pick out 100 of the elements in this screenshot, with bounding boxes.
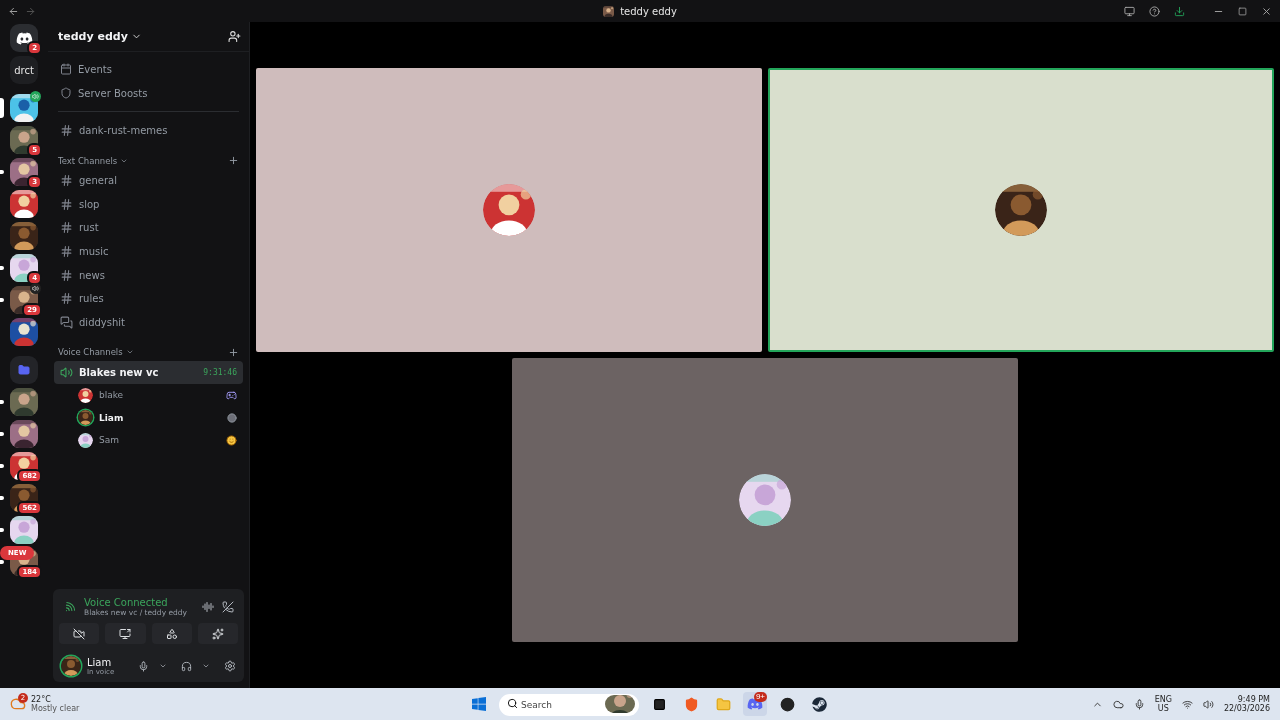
mic-icon (138, 660, 149, 672)
channel-name[interactable]: rust (79, 222, 99, 234)
server-indicator (0, 464, 4, 468)
help-icon[interactable] (1149, 5, 1160, 17)
add-icon[interactable] (228, 155, 239, 167)
hash-icon (60, 173, 73, 187)
voice-channel[interactable]: Blakes new vc 9:31:46 (54, 360, 243, 384)
member-name[interactable]: Liam (99, 412, 124, 423)
settings-icon (224, 660, 236, 672)
region[interactable]: US (1157, 704, 1169, 713)
steam-logo-icon (811, 696, 827, 712)
shield-icon (60, 87, 72, 100)
server-icon[interactable] (10, 126, 38, 154)
hash-icon (60, 124, 73, 138)
status-icon (227, 412, 237, 423)
hash-icon (60, 268, 73, 282)
cloud-icon[interactable] (1112, 698, 1124, 710)
speaker-icon (30, 91, 41, 102)
server-icon[interactable]: drct (10, 56, 38, 84)
channel-name[interactable]: slop (79, 198, 100, 210)
volume-icon[interactable] (1202, 698, 1214, 710)
mic-button[interactable] (138, 660, 149, 672)
menu-item[interactable]: Server Boosts (78, 87, 148, 99)
square-icon (652, 697, 666, 711)
server-indicator (0, 298, 4, 302)
member-name[interactable]: blake (99, 390, 124, 401)
server-icon[interactable] (10, 388, 38, 416)
headphones-options-button[interactable] (202, 662, 210, 670)
server-icon[interactable] (10, 516, 38, 544)
shield-icon (683, 696, 699, 712)
window-title: teddy eddy (620, 5, 677, 17)
channel-name[interactable]: rules (79, 293, 104, 305)
server-name[interactable]: teddy eddy (58, 30, 128, 43)
noise-button[interactable] (202, 601, 214, 613)
server-indicator (0, 170, 4, 174)
server-icon[interactable] (10, 94, 38, 122)
close-icon[interactable] (1261, 5, 1272, 17)
video-tile[interactable] (768, 68, 1274, 352)
headphones-icon (181, 660, 192, 672)
clock-time[interactable]: 9:49 PM (1237, 695, 1270, 704)
video-tile[interactable] (256, 68, 762, 352)
download-icon[interactable] (1174, 5, 1185, 17)
camera-button[interactable] (59, 623, 100, 644)
server-icon[interactable] (10, 420, 38, 448)
server-icon[interactable] (10, 254, 38, 282)
server-icon[interactable] (10, 222, 38, 250)
search-icon (507, 698, 518, 709)
activities-button[interactable] (151, 623, 192, 644)
user-name[interactable]: Liam (87, 656, 132, 668)
maximize-icon[interactable] (1238, 6, 1247, 16)
back-icon[interactable] (8, 5, 19, 17)
channel-name[interactable]: music (79, 245, 109, 257)
add-icon[interactable] (228, 346, 239, 358)
folder-icon (18, 364, 30, 376)
server-icon[interactable] (10, 158, 38, 186)
monitor-icon[interactable] (1124, 5, 1135, 17)
headphones-button[interactable] (181, 660, 192, 672)
disconnect-button[interactable] (222, 601, 234, 613)
chevron-icon (159, 662, 167, 670)
hash-icon (60, 197, 73, 211)
shapes-icon (165, 627, 178, 640)
mic-icon[interactable] (1133, 698, 1145, 710)
wifi-icon[interactable] (1181, 698, 1193, 710)
windows-logo-icon (471, 696, 487, 712)
server-indicator (0, 400, 4, 404)
speaker-icon (60, 365, 73, 379)
channel-name[interactable]: general (79, 174, 117, 186)
settings-button[interactable] (224, 660, 236, 672)
language[interactable]: ENG (1154, 695, 1172, 704)
video-tile[interactable] (512, 358, 1018, 642)
server-indicator (0, 528, 4, 532)
channel-name[interactable]: diddyshit (79, 317, 125, 329)
menu-item[interactable]: Events (78, 63, 112, 75)
invite-icon[interactable] (228, 30, 241, 43)
server-indicator (0, 98, 4, 118)
category-title[interactable]: Text Channels (58, 155, 118, 166)
server-indicator (0, 432, 4, 436)
calendar-icon (60, 63, 72, 76)
server-indicator (0, 560, 4, 564)
member-name[interactable]: Sam (99, 435, 119, 446)
hash-icon (60, 244, 73, 258)
clock-date[interactable]: 22/03/2026 (1223, 704, 1270, 713)
channel-name[interactable]: dank-rust-memes (79, 125, 168, 137)
server-icon[interactable] (10, 318, 38, 346)
category-title[interactable]: Voice Channels (58, 347, 123, 358)
channel-name[interactable]: news (79, 269, 105, 281)
sparkles-icon (211, 627, 224, 640)
camera-off-icon (73, 627, 86, 640)
mic-options-button[interactable] (159, 662, 167, 670)
server-icon[interactable] (10, 24, 38, 52)
server-item[interactable]: drct (0, 56, 48, 84)
temperature: 22°C (31, 695, 52, 704)
weather-icon (10, 696, 26, 712)
weather-summary: Mostly clear (31, 704, 80, 713)
hash-icon (60, 221, 73, 235)
screen-share-button[interactable] (105, 623, 146, 644)
soundboard-button[interactable] (197, 623, 238, 644)
discord-button[interactable]: 9+ (743, 692, 767, 716)
phone-off-icon (222, 601, 234, 613)
server-icon[interactable] (10, 190, 38, 218)
